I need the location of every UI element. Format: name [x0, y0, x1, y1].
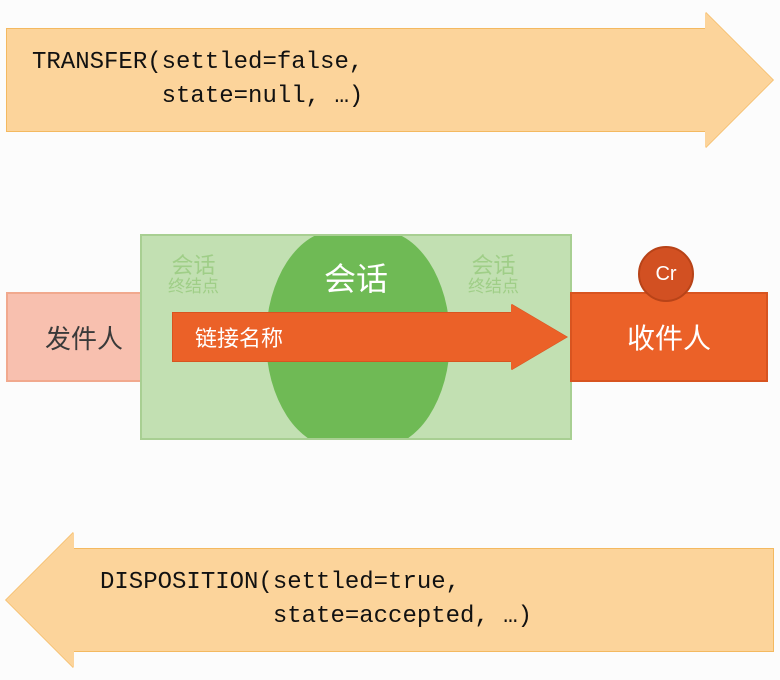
link-label: 链接名称 [173, 321, 283, 353]
transfer-arrow-text: TRANSFER(settled=false, state=null, …) [32, 46, 363, 113]
disposition-line2: state=accepted, …) [100, 603, 532, 630]
arrow-right-icon [511, 304, 567, 370]
receiver-box: 收件人 [570, 292, 768, 382]
receiver-label: 收件人 [627, 317, 711, 357]
credit-badge-label: Cr [655, 263, 676, 286]
session-title: 会话 [142, 254, 570, 300]
transfer-line2: state=null, …) [32, 83, 363, 110]
arrow-left-icon [6, 532, 74, 668]
link-arrow: 链接名称 [172, 312, 570, 362]
transfer-arrow: TRANSFER(settled=false, state=null, …) [6, 12, 774, 148]
diagram-canvas: TRANSFER(settled=false, state=null, …) 发… [0, 0, 780, 680]
disposition-arrow-text: DISPOSITION(settled=true, state=accepted… [100, 566, 532, 633]
transfer-line1: TRANSFER(settled=false, [32, 49, 363, 76]
link-arrow-shaft: 链接名称 [172, 312, 512, 362]
credit-badge: Cr [638, 246, 694, 302]
disposition-line1: DISPOSITION(settled=true, [100, 569, 460, 596]
sender-box: 发件人 [6, 292, 162, 382]
disposition-arrow: DISPOSITION(settled=true, state=accepted… [6, 532, 774, 668]
arrow-right-icon [705, 12, 773, 148]
sender-label: 发件人 [45, 319, 123, 356]
